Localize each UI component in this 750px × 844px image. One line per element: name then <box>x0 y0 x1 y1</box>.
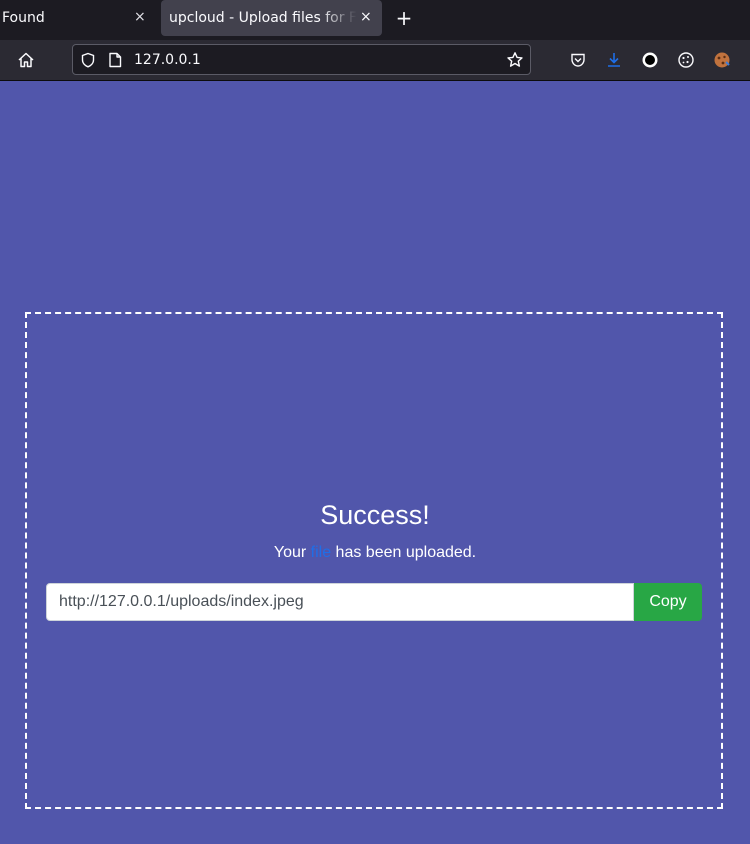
tab-found[interactable]: Found × <box>0 0 158 36</box>
upload-message: Your file has been uploaded. <box>0 544 750 562</box>
address-bar[interactable]: 127.0.0.1 <box>72 44 531 75</box>
success-title: Success! <box>320 500 430 530</box>
file-link[interactable]: file <box>311 544 331 561</box>
pocket-icon[interactable] <box>566 48 590 72</box>
tab-upcloud[interactable]: upcloud - Upload files for Free! × <box>161 0 382 36</box>
cookie-icon[interactable] <box>674 48 698 72</box>
downloads-icon[interactable] <box>602 48 626 72</box>
navigation-toolbar: 127.0.0.1 <box>0 40 750 81</box>
shield-icon[interactable] <box>79 51 97 69</box>
message-suffix: has been uploaded. <box>331 544 477 561</box>
copy-button[interactable]: Copy <box>634 583 702 621</box>
close-tab-icon[interactable]: × <box>134 9 146 25</box>
url-text[interactable]: 127.0.0.1 <box>134 52 201 68</box>
tab-strip: Found × upcloud - Upload files for Free!… <box>0 0 750 40</box>
new-tab-button[interactable]: + <box>394 6 414 30</box>
bookmark-star-icon[interactable] <box>506 51 524 69</box>
upload-url-field[interactable]: http://127.0.0.1/uploads/index.jpeg <box>46 583 634 621</box>
message-prefix: Your <box>273 544 311 561</box>
tab-label: upcloud - Upload files for Free! <box>169 10 357 26</box>
close-tab-icon[interactable]: × <box>360 9 372 25</box>
cookie-editor-icon[interactable] <box>710 48 734 72</box>
tab-label: Found <box>2 10 45 26</box>
extension-circle-icon[interactable] <box>638 48 662 72</box>
page-icon[interactable] <box>106 51 124 69</box>
home-icon[interactable] <box>14 48 38 72</box>
